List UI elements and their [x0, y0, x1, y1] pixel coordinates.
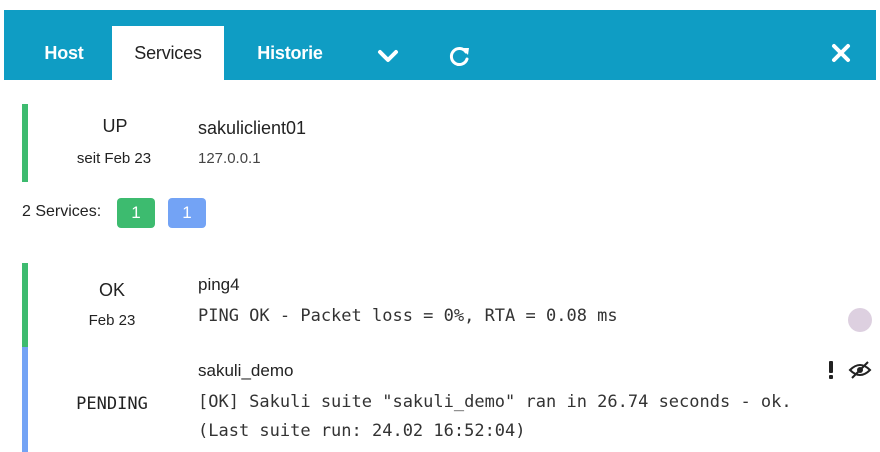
detail-header-bar: Host Services Historie [4, 10, 876, 80]
chevron-down-icon[interactable] [374, 42, 402, 70]
service-name[interactable]: ping4 [198, 275, 240, 295]
services-count-label: 2 Services: [22, 203, 102, 220]
service-since: Feb 23 [88, 312, 136, 329]
badge-pending-count[interactable]: 1 [168, 198, 206, 228]
host-status-bar [22, 104, 28, 182]
tab-historie[interactable]: Historie [238, 26, 342, 80]
service-output-line-1: [OK] Sakuli suite "sakuli_demo" ran in 2… [198, 392, 792, 412]
acknowledge-dot-icon[interactable] [848, 308, 872, 332]
host-since: seit Feb 23 [76, 150, 152, 167]
service-state: OK [98, 280, 125, 300]
service-output: PING OK - Packet loss = 0%, RTA = 0.08 m… [198, 306, 618, 326]
refresh-icon[interactable] [446, 42, 474, 70]
host-state: UP [102, 116, 128, 136]
tab-services[interactable]: Services [112, 26, 224, 80]
host-address: 127.0.0.1 [198, 150, 261, 167]
close-icon[interactable] [828, 40, 854, 66]
eye-slash-icon[interactable] [848, 360, 872, 380]
exclamation-icon [829, 361, 833, 379]
service-name[interactable]: sakuli_demo [198, 361, 293, 381]
tab-host[interactable]: Host [22, 26, 106, 80]
host-name[interactable]: sakuliclient01 [198, 118, 306, 139]
service-status-bar-pending [22, 347, 28, 452]
badge-ok-count[interactable]: 1 [117, 198, 155, 228]
service-output-line-2: (Last suite run: 24.02 16:52:04) [198, 421, 526, 441]
service-state: PENDING [76, 394, 148, 414]
service-status-bar-ok [22, 263, 28, 347]
